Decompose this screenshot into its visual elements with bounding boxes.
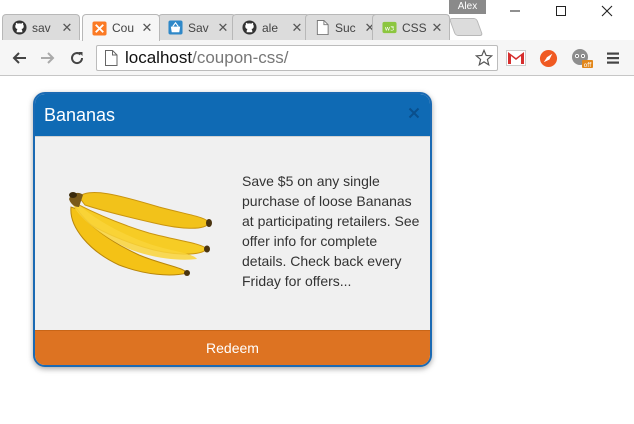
coupon-description: Save $5 on any single purchase of loose … <box>242 173 420 289</box>
compass-extension-button[interactable] <box>538 48 558 68</box>
tab-coupon-active[interactable]: Cou ✕ <box>82 14 160 41</box>
reload-button[interactable] <box>67 48 87 68</box>
url-text: localhost/coupon-css/ <box>125 48 289 68</box>
gmail-extension-button[interactable] <box>506 48 526 68</box>
reload-icon <box>71 52 84 65</box>
menu-icon <box>607 52 619 64</box>
page-icon <box>314 20 330 36</box>
svg-text:off: off <box>584 62 593 69</box>
chrome-menu-button[interactable] <box>603 48 623 68</box>
browser-title-bar: Alex sav ✕ Cou ✕ Sav ✕ ale ✕ Suc ✕ w3 CS… <box>0 0 634 41</box>
coupon-title: Bananas <box>44 105 116 125</box>
tab-label: CSS <box>402 20 427 35</box>
back-button[interactable] <box>9 48 29 68</box>
github-icon <box>11 20 27 36</box>
shopping-basket-icon <box>167 20 183 36</box>
svg-text:w3: w3 <box>384 24 394 32</box>
tab-label: Sav <box>188 20 209 35</box>
new-tab-button[interactable] <box>448 18 484 36</box>
compass-icon <box>539 49 557 67</box>
tampermonkey-icon: off <box>572 49 593 69</box>
bananas-image <box>69 191 212 276</box>
page-icon <box>105 50 118 66</box>
tab-savings[interactable]: Sav ✕ <box>158 14 236 40</box>
tab-css[interactable]: w3 CSS ✕ <box>372 14 450 40</box>
back-arrow-icon <box>12 52 26 64</box>
profile-badge[interactable]: Alex <box>449 0 486 14</box>
coupon-card: Bananas Save $5 on any single purchase o… <box>33 92 432 367</box>
github-icon <box>241 20 257 36</box>
xampp-icon <box>91 20 107 36</box>
forward-arrow-icon <box>41 52 55 64</box>
tab-close-icon[interactable]: ✕ <box>291 21 303 34</box>
tab-github-sav[interactable]: sav ✕ <box>2 14 80 40</box>
close-icon[interactable] <box>408 107 420 119</box>
redeem-button[interactable]: Redeem <box>35 330 430 365</box>
address-bar[interactable]: localhost/coupon-css/ <box>96 45 498 71</box>
tab-close-icon[interactable]: ✕ <box>431 21 443 34</box>
coupon-body: Save $5 on any single purchase of loose … <box>35 136 430 332</box>
css-icon: w3 <box>381 20 397 36</box>
tab-github-ale[interactable]: ale ✕ <box>232 14 310 40</box>
tampermonkey-extension-button[interactable]: off <box>570 48 594 69</box>
url-path: /coupon-css/ <box>192 48 289 67</box>
tab-close-icon[interactable]: ✕ <box>217 21 229 34</box>
forward-button[interactable] <box>38 48 58 68</box>
browser-toolbar: localhost/coupon-css/ off <box>0 40 634 76</box>
tab-strip: sav ✕ Cou ✕ Sav ✕ ale ✕ Suc ✕ w3 CSS ✕ <box>0 14 634 41</box>
tab-close-icon[interactable]: ✕ <box>141 21 153 34</box>
tab-label: Cou <box>112 21 135 35</box>
coupon-header: Bananas <box>35 94 430 136</box>
tab-label: Suc <box>335 20 356 35</box>
bookmark-star-icon[interactable] <box>475 49 493 67</box>
tab-label: ale <box>262 20 279 35</box>
gmail-icon <box>506 50 526 66</box>
tab-label: sav <box>32 20 51 35</box>
tab-close-icon[interactable]: ✕ <box>61 21 73 34</box>
url-host: localhost <box>125 48 193 67</box>
